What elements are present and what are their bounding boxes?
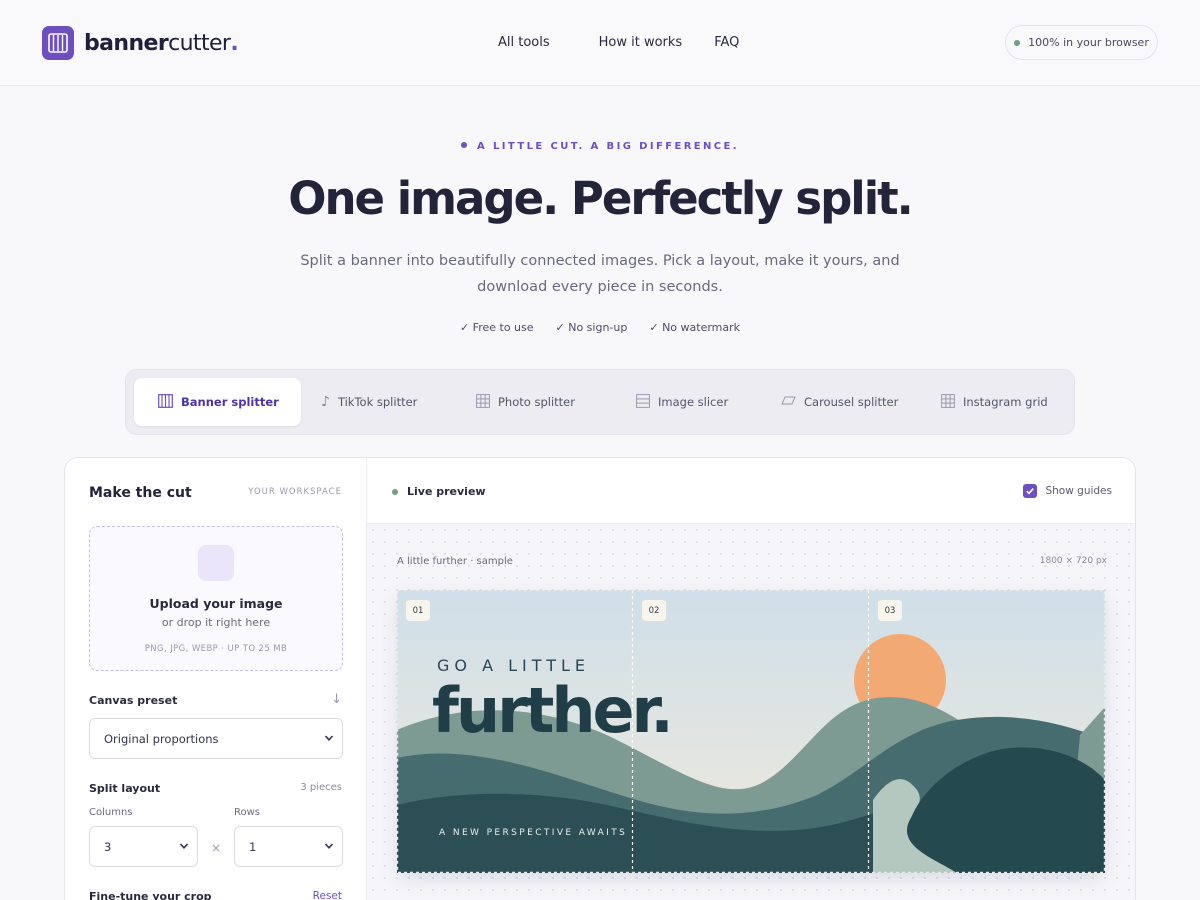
tab-carousel-splitter[interactable]: Carousel splitter xyxy=(781,378,898,426)
chevron-down-icon xyxy=(324,735,334,741)
live-dot-icon xyxy=(392,488,398,495)
tab-label: Photo splitter xyxy=(498,395,575,409)
canvas-preset-select[interactable]: Original proportions xyxy=(89,718,343,759)
fine-tune-label: Fine-tune your crop xyxy=(89,890,212,900)
checkbox-checked-icon[interactable] xyxy=(1023,484,1038,498)
rows-label: Rows xyxy=(234,807,261,818)
nav-all-tools[interactable]: All tools xyxy=(498,35,550,50)
piece-label: 01 xyxy=(406,600,430,621)
brand-name: bannercutter. xyxy=(84,30,239,56)
preview-stage: A little further · sample 1800 × 720 px xyxy=(367,524,1135,900)
tab-image-slicer[interactable]: Image slicer xyxy=(636,378,728,426)
columns-select[interactable]: 3 xyxy=(89,826,198,867)
upload-title: Upload your image xyxy=(149,596,283,611)
tab-label: Carousel splitter xyxy=(804,395,899,409)
eyebrow-dot-icon xyxy=(461,142,468,148)
rows-value: 1 xyxy=(249,839,257,854)
hero-eyebrow: A LITTLE CUT. A BIG DIFFERENCE. xyxy=(0,141,1200,152)
tab-label: Image slicer xyxy=(658,395,729,409)
status-dot-icon xyxy=(1014,39,1021,46)
upload-dropzone[interactable]: Upload your image or drop it right here … xyxy=(89,526,343,671)
site-header: bannercutter. All tools How it works FAQ… xyxy=(0,0,1200,86)
upload-subtitle: or drop it right here xyxy=(161,616,271,629)
upload-hint: PNG, JPG, WEBP · UP TO 25 MB xyxy=(144,644,288,654)
tab-tiktok-splitter[interactable]: ♪ TikTok splitter xyxy=(321,378,417,426)
panel-kicker: YOUR WORKSPACE xyxy=(248,487,342,497)
show-guides-toggle[interactable]: Show guides xyxy=(1023,484,1112,498)
banner-tagline: A NEW PERSPECTIVE AWAITS xyxy=(439,828,628,838)
canvas-preset-value: Original proportions xyxy=(104,731,219,746)
panel-title: Make the cut xyxy=(89,485,192,501)
page-title: One image. Perfectly split. xyxy=(288,172,914,225)
arrow-down-icon: ↓ xyxy=(331,692,342,707)
banner-kicker: GO A LITTLE xyxy=(437,656,591,675)
status-label: 100% in your browser xyxy=(1028,36,1149,49)
sample-size: 1800 × 720 px xyxy=(1039,556,1107,566)
show-guides-label: Show guides xyxy=(1045,485,1112,497)
music-note-icon: ♪ xyxy=(321,394,330,410)
status-badge: 100% in your browser xyxy=(1005,25,1158,60)
preview-header: Live preview Show guides xyxy=(367,458,1135,524)
nav-faq[interactable]: FAQ xyxy=(714,35,739,50)
chevron-down-icon xyxy=(179,843,189,849)
columns-value: 3 xyxy=(104,839,112,854)
main-nav: All tools How it works FAQ xyxy=(498,35,739,50)
tab-photo-splitter[interactable]: Photo splitter xyxy=(476,378,575,426)
piece-label: 02 xyxy=(642,600,666,621)
tab-instagram-grid[interactable]: Instagram grid xyxy=(941,378,1048,426)
control-panel: Make the cut YOUR WORKSPACE Upload your … xyxy=(65,458,367,900)
logo-icon xyxy=(42,26,74,60)
parallelogram-icon xyxy=(781,395,796,410)
perk-item: ✓ No watermark xyxy=(649,321,741,334)
reset-button[interactable]: Reset xyxy=(313,890,342,900)
perk-item: ✓ Free to use xyxy=(459,321,534,334)
nav-how-it-works[interactable]: How it works xyxy=(599,35,683,50)
tab-label: TikTok splitter xyxy=(337,395,418,409)
upload-icon xyxy=(198,545,234,581)
piece-label: 03 xyxy=(878,600,902,621)
tab-label: Banner splitter xyxy=(181,395,279,409)
pieces-count: 3 pieces xyxy=(300,782,342,793)
grid-icon xyxy=(476,393,490,411)
canvas-preset-label: Canvas preset xyxy=(89,694,178,707)
grid-icon xyxy=(941,393,955,411)
brand[interactable]: bannercutter. xyxy=(42,26,239,60)
tool-tabs: Banner splitter ♪ TikTok splitter Photo … xyxy=(125,369,1075,435)
sample-name: A little further · sample xyxy=(397,556,513,567)
chevron-down-icon xyxy=(324,843,334,849)
banner-preview: GO A LITTLE further. A NEW PERSPECTIVE A… xyxy=(397,590,1105,873)
times-icon: × xyxy=(211,841,222,855)
tab-label: Instagram grid xyxy=(963,395,1048,409)
columns-icon xyxy=(158,393,173,411)
rows-select[interactable]: 1 xyxy=(234,826,343,867)
workspace-card: Make the cut YOUR WORKSPACE Upload your … xyxy=(64,457,1136,900)
live-preview-label: Live preview xyxy=(392,485,486,498)
perk-item: ✓ No sign-up xyxy=(555,321,628,334)
rows-icon xyxy=(636,393,650,411)
split-layout-label: Split layout xyxy=(89,782,161,795)
tab-banner-splitter[interactable]: Banner splitter xyxy=(134,378,301,426)
perks-list: ✓ Free to use ✓ No sign-up ✓ No watermar… xyxy=(0,321,1200,334)
preview-panel: Live preview Show guides A little furthe… xyxy=(367,458,1135,900)
hero-subtitle: Split a banner into beautifully connecte… xyxy=(300,253,900,295)
columns-label: Columns xyxy=(89,807,133,818)
banner-title: further. xyxy=(432,674,674,747)
